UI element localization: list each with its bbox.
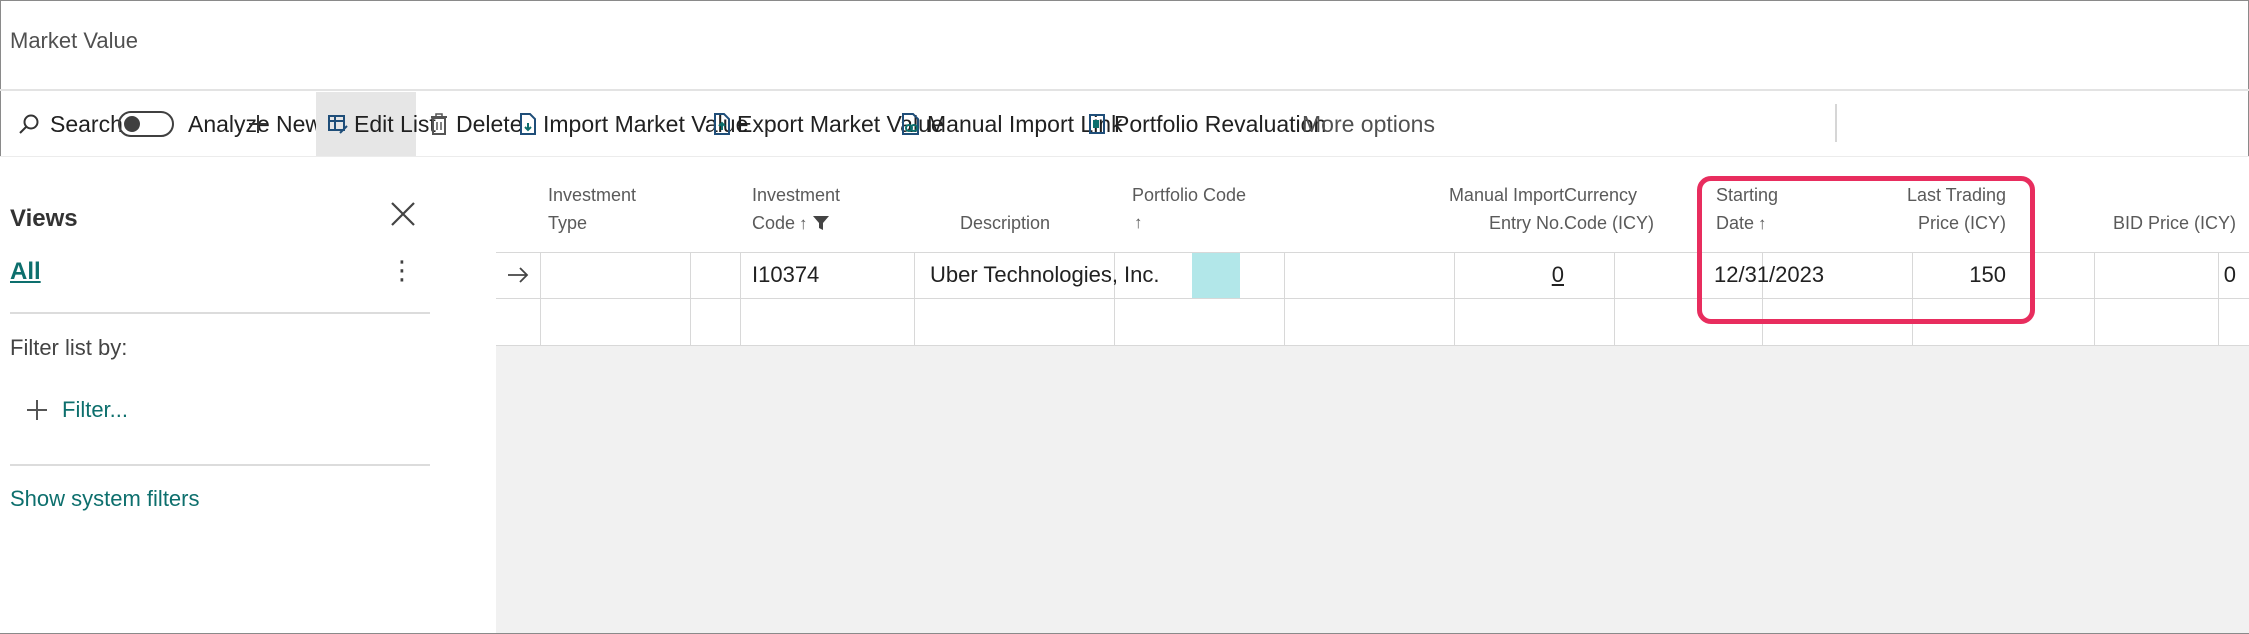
delete-label: Delete	[456, 110, 523, 137]
portfolio-icon	[1088, 113, 1106, 135]
column-divider	[540, 252, 541, 346]
filter-list-by-label: Filter list by:	[10, 335, 128, 360]
column-header-investment-type[interactable]: Investment Type	[548, 181, 636, 237]
trash-icon	[430, 113, 448, 135]
column-divider	[690, 252, 691, 346]
column-divider	[1284, 252, 1285, 346]
cell-portfolio-code[interactable]	[1122, 252, 1278, 298]
divider	[10, 312, 430, 314]
filter-funnel-icon	[812, 212, 830, 230]
more-vertical-icon[interactable]: ⋮	[388, 255, 416, 285]
plus-icon	[26, 399, 48, 421]
column-header-investment-code[interactable]: Investment Code ↑	[752, 181, 840, 238]
search-icon	[18, 113, 40, 135]
sort-ascending-icon: ↑	[799, 214, 808, 233]
cell-bid-price[interactable]: 0	[2036, 252, 2236, 298]
more-options-button[interactable]: More options	[1302, 92, 1435, 156]
cell-manual-import-entry-no[interactable]: 0	[1292, 252, 1564, 298]
column-divider	[1614, 252, 1615, 346]
cell-investment-code[interactable]: I10374	[752, 252, 819, 298]
search-button[interactable]: Search	[18, 92, 123, 156]
sort-ascending-icon: ↑	[1134, 213, 1143, 232]
portfolio-revaluation-label: Portfolio Revaluation	[1114, 110, 1327, 137]
edit-list-label: Edit List	[354, 110, 436, 137]
divider	[0, 89, 2249, 91]
action-bar-separator	[1835, 104, 1837, 142]
portfolio-revaluation-button[interactable]: Portfolio Revaluation	[1088, 92, 1326, 156]
row-divider	[496, 345, 2249, 346]
divider	[10, 464, 430, 466]
column-divider	[914, 252, 915, 346]
column-header-bid-price[interactable]: BID Price (ICY)	[2036, 209, 2236, 237]
edit-list-icon	[328, 114, 348, 134]
plus-icon	[248, 114, 268, 134]
view-all-link[interactable]: All	[10, 258, 41, 286]
filter-label: Filter...	[62, 397, 129, 422]
more-options-label: More options	[1302, 110, 1435, 137]
link-document-icon	[901, 113, 921, 135]
column-header-portfolio-code[interactable]: Portfolio Code ↑	[1132, 181, 1246, 237]
toggle-switch-icon	[118, 111, 174, 137]
views-pane: Views All ⋮ Filter list by: Filter... Sh…	[0, 157, 496, 633]
column-header-currency-code[interactable]: Currency Code (ICY)	[1564, 181, 1654, 237]
show-system-filters-link[interactable]: Show system filters	[10, 486, 200, 512]
action-bar: Search Analyze New Edit List Delete Impo…	[0, 92, 2249, 156]
column-header-manual-import-entry-no[interactable]: Manual Import Entry No.	[1292, 181, 1564, 237]
document-export-icon	[713, 113, 731, 135]
search-label: Search	[50, 110, 123, 137]
cell-investment-type[interactable]	[548, 252, 684, 298]
close-icon[interactable]	[386, 197, 420, 231]
add-filter-button[interactable]: Filter...	[26, 397, 128, 423]
views-title: Views	[10, 205, 78, 232]
row-arrow-icon[interactable]	[506, 263, 530, 287]
new-button[interactable]: New	[248, 92, 322, 156]
entry-no-link[interactable]: 0	[1552, 262, 1564, 287]
document-import-icon	[519, 113, 537, 135]
edit-list-button[interactable]: Edit List	[316, 92, 436, 156]
column-divider	[740, 252, 741, 346]
page-title: Market Value	[10, 28, 138, 53]
highlight-annotation-box	[1697, 176, 2035, 324]
column-header-description[interactable]: Description	[960, 209, 1050, 237]
delete-button[interactable]: Delete	[430, 92, 522, 156]
